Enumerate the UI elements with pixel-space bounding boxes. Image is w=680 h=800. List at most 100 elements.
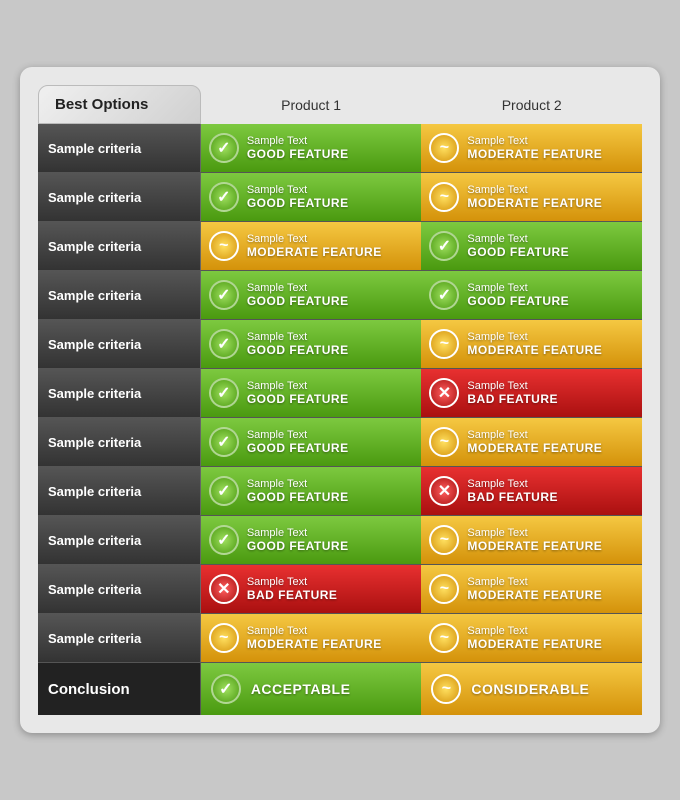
feature-line1: Sample Text	[247, 527, 349, 539]
feature-line1: Sample Text	[247, 282, 349, 294]
feature-line2: GOOD FEATURE	[247, 343, 349, 357]
feature-cell: ✕Sample TextBAD FEATURE	[421, 369, 642, 418]
header-row: Best Options Product 1 Product 2	[38, 85, 642, 124]
feature-cell: ✓Sample TextGOOD FEATURE	[201, 369, 422, 418]
feature-line1: Sample Text	[247, 331, 349, 343]
feature-line2: MODERATE FEATURE	[247, 245, 382, 259]
conclusion-text-1: ACCEPTABLE	[251, 681, 351, 697]
feature-line2: GOOD FEATURE	[247, 539, 349, 553]
criteria-cell: Sample criteria	[38, 614, 201, 663]
table-row: Sample criteria✓Sample TextGOOD FEATURE✕…	[38, 369, 642, 418]
feature-line2: GOOD FEATURE	[247, 294, 349, 308]
criteria-cell: Sample criteria	[38, 516, 201, 565]
table-row: Sample criteria✓Sample TextGOOD FEATURE✓…	[38, 271, 642, 320]
conclusion-feature-1: ✓ ACCEPTABLE	[201, 663, 422, 715]
product1-header: Product 1	[201, 85, 422, 124]
feature-line2: BAD FEATURE	[467, 490, 558, 504]
feature-line1: Sample Text	[467, 233, 569, 245]
feature-line1: Sample Text	[467, 576, 602, 588]
feature-line1: Sample Text	[247, 184, 349, 196]
criteria-cell: Sample criteria	[38, 467, 201, 516]
feature-line1: Sample Text	[467, 282, 569, 294]
feature-line1: Sample Text	[247, 233, 382, 245]
table-row: Sample criteria~Sample TextMODERATE FEAT…	[38, 222, 642, 271]
criteria-cell: Sample criteria	[38, 418, 201, 467]
feature-line2: MODERATE FEATURE	[467, 588, 602, 602]
feature-line2: MODERATE FEATURE	[467, 147, 602, 161]
table-row: Sample criteria✓Sample TextGOOD FEATURE✕…	[38, 467, 642, 516]
feature-line1: Sample Text	[247, 625, 382, 637]
feature-line2: GOOD FEATURE	[467, 245, 569, 259]
table-row: Sample criteria✓Sample TextGOOD FEATURE~…	[38, 320, 642, 369]
feature-line2: GOOD FEATURE	[247, 147, 349, 161]
feature-line2: MODERATE FEATURE	[467, 343, 602, 357]
feature-line1: Sample Text	[467, 527, 602, 539]
feature-cell: ✓Sample TextGOOD FEATURE	[201, 173, 422, 222]
criteria-cell: Sample criteria	[38, 222, 201, 271]
feature-line1: Sample Text	[467, 184, 602, 196]
criteria-cell: Sample criteria	[38, 124, 201, 173]
conclusion-label: Conclusion	[38, 663, 201, 715]
feature-line1: Sample Text	[467, 478, 558, 490]
conclusion-icon-2: ~	[431, 674, 461, 704]
feature-cell: ✓Sample TextGOOD FEATURE	[201, 516, 422, 565]
feature-line2: BAD FEATURE	[247, 588, 338, 602]
feature-cell: ✕Sample TextBAD FEATURE	[201, 565, 422, 614]
criteria-cell: Sample criteria	[38, 271, 201, 320]
feature-line2: GOOD FEATURE	[247, 490, 349, 504]
table-row: Sample criteria✓Sample TextGOOD FEATURE~…	[38, 418, 642, 467]
table-row: Sample criteria~Sample TextMODERATE FEAT…	[38, 614, 642, 663]
comparison-table-wrapper: Best Options Product 1 Product 2 Sample …	[20, 67, 660, 733]
product2-header: Product 2	[421, 85, 642, 124]
feature-cell: ~Sample TextMODERATE FEATURE	[201, 614, 422, 663]
feature-line2: GOOD FEATURE	[247, 392, 349, 406]
conclusion-row: Conclusion ✓ ACCEPTABLE ~ CONSIDERABLE	[38, 663, 642, 715]
criteria-cell: Sample criteria	[38, 173, 201, 222]
feature-cell: ✓Sample TextGOOD FEATURE	[201, 271, 422, 320]
feature-line1: Sample Text	[467, 380, 558, 392]
feature-line2: MODERATE FEATURE	[247, 637, 382, 651]
feature-cell: ✓Sample TextGOOD FEATURE	[201, 418, 422, 467]
conclusion-feature-2: ~ CONSIDERABLE	[421, 663, 642, 715]
feature-cell: ~Sample TextMODERATE FEATURE	[421, 320, 642, 369]
table-row: Sample criteria✓Sample TextGOOD FEATURE~…	[38, 124, 642, 173]
comparison-table: Best Options Product 1 Product 2 Sample …	[38, 85, 642, 715]
conclusion-icon-1: ✓	[211, 674, 241, 704]
feature-line1: Sample Text	[247, 576, 338, 588]
feature-cell: ✓Sample TextGOOD FEATURE	[421, 271, 642, 320]
feature-line1: Sample Text	[247, 429, 349, 441]
criteria-cell: Sample criteria	[38, 320, 201, 369]
feature-line1: Sample Text	[247, 380, 349, 392]
options-header: Best Options	[38, 85, 201, 124]
feature-cell: ✓Sample TextGOOD FEATURE	[421, 222, 642, 271]
table-row: Sample criteria✓Sample TextGOOD FEATURE~…	[38, 516, 642, 565]
feature-line1: Sample Text	[247, 135, 349, 147]
feature-cell: ~Sample TextMODERATE FEATURE	[421, 173, 642, 222]
feature-cell: ✕Sample TextBAD FEATURE	[421, 467, 642, 516]
feature-cell: ~Sample TextMODERATE FEATURE	[421, 124, 642, 173]
feature-cell: ✓Sample TextGOOD FEATURE	[201, 320, 422, 369]
feature-line2: GOOD FEATURE	[247, 196, 349, 210]
feature-cell: ~Sample TextMODERATE FEATURE	[421, 516, 642, 565]
feature-line2: BAD FEATURE	[467, 392, 558, 406]
feature-line2: GOOD FEATURE	[247, 441, 349, 455]
conclusion-text-2: CONSIDERABLE	[471, 681, 589, 697]
feature-line2: MODERATE FEATURE	[467, 637, 602, 651]
feature-line2: GOOD FEATURE	[467, 294, 569, 308]
feature-line2: MODERATE FEATURE	[467, 196, 602, 210]
feature-cell: ✓Sample TextGOOD FEATURE	[201, 124, 422, 173]
feature-line1: Sample Text	[247, 478, 349, 490]
feature-line1: Sample Text	[467, 625, 602, 637]
feature-cell: ~Sample TextMODERATE FEATURE	[421, 614, 642, 663]
feature-line2: MODERATE FEATURE	[467, 441, 602, 455]
criteria-cell: Sample criteria	[38, 369, 201, 418]
feature-line2: MODERATE FEATURE	[467, 539, 602, 553]
feature-cell: ~Sample TextMODERATE FEATURE	[421, 565, 642, 614]
feature-cell: ✓Sample TextGOOD FEATURE	[201, 467, 422, 516]
feature-cell: ~Sample TextMODERATE FEATURE	[201, 222, 422, 271]
table-row: Sample criteria✓Sample TextGOOD FEATURE~…	[38, 173, 642, 222]
table-row: Sample criteria✕Sample TextBAD FEATURE~S…	[38, 565, 642, 614]
feature-line1: Sample Text	[467, 429, 602, 441]
feature-line1: Sample Text	[467, 135, 602, 147]
criteria-cell: Sample criteria	[38, 565, 201, 614]
